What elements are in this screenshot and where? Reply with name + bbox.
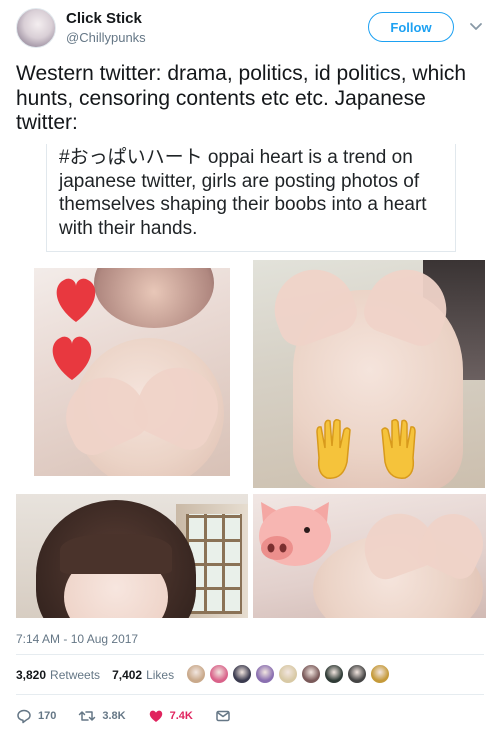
- tweet-timestamp[interactable]: 7:14 AM - 10 Aug 2017: [16, 632, 138, 646]
- liker-avatars: [186, 664, 393, 686]
- liker-avatar[interactable]: [370, 664, 390, 684]
- reply-icon: [17, 709, 31, 724]
- liker-avatar[interactable]: [301, 664, 321, 684]
- tweet-header: Click Stick @Chillypunks Follow: [16, 8, 484, 52]
- liker-avatar[interactable]: [278, 664, 298, 684]
- reply-button[interactable]: 170: [16, 708, 56, 724]
- envelope-icon: [216, 710, 230, 722]
- likes-stat[interactable]: 7,402 Likes: [112, 668, 174, 682]
- retweet-button[interactable]: 3.8K: [78, 708, 126, 724]
- likes-label: Likes: [146, 668, 175, 682]
- reply-count: 170: [38, 710, 57, 722]
- retweets-count: 3,820: [16, 668, 47, 682]
- tweet-media[interactable]: #おっぱいハート oppai heart is a trend on japan…: [16, 144, 486, 618]
- photo-4[interactable]: [253, 494, 486, 618]
- tweet-text: Western twitter: drama, politics, id pol…: [16, 62, 467, 134]
- tweet-actions: 170 3.8K 7.4K: [16, 706, 259, 726]
- direct-message-button[interactable]: [215, 708, 237, 724]
- liker-avatar[interactable]: [232, 664, 252, 684]
- user-handle[interactable]: @Chillypunks: [66, 30, 146, 45]
- liker-avatar[interactable]: [255, 664, 275, 684]
- photo-2[interactable]: [253, 260, 485, 488]
- heart-icon: [149, 710, 162, 722]
- display-name[interactable]: Click Stick: [66, 10, 142, 27]
- tweet-stats: 3,820 Retweets 7,402 Likes: [16, 664, 186, 686]
- liker-avatar[interactable]: [324, 664, 344, 684]
- pig-sticker-icon: [259, 502, 331, 566]
- avatar[interactable]: [16, 8, 56, 48]
- like-count: 7.4K: [169, 710, 193, 722]
- photo-3[interactable]: [16, 494, 248, 618]
- retweet-count: 3.8K: [102, 710, 126, 722]
- chevron-down-icon[interactable]: [468, 18, 484, 34]
- quoted-tweet-card: #おっぱいハート oppai heart is a trend on japan…: [46, 144, 456, 252]
- follow-button[interactable]: Follow: [368, 12, 454, 42]
- heart-sticker-icon: [52, 278, 96, 380]
- retweets-label: Retweets: [50, 668, 101, 682]
- divider: [16, 654, 484, 655]
- quoted-tweet-text: #おっぱいハート oppai heart is a trend on japan…: [59, 147, 427, 239]
- divider: [16, 694, 484, 695]
- photo-1[interactable]: [34, 268, 230, 476]
- liker-avatar[interactable]: [347, 664, 367, 684]
- liker-avatar[interactable]: [186, 664, 206, 684]
- like-button[interactable]: 7.4K: [148, 708, 193, 724]
- raised-hands-emoji-icon: [316, 418, 416, 479]
- likes-count: 7,402: [112, 668, 143, 682]
- retweets-stat[interactable]: 3,820 Retweets: [16, 668, 100, 682]
- liker-avatar[interactable]: [209, 664, 229, 684]
- retweet-icon: [79, 711, 96, 721]
